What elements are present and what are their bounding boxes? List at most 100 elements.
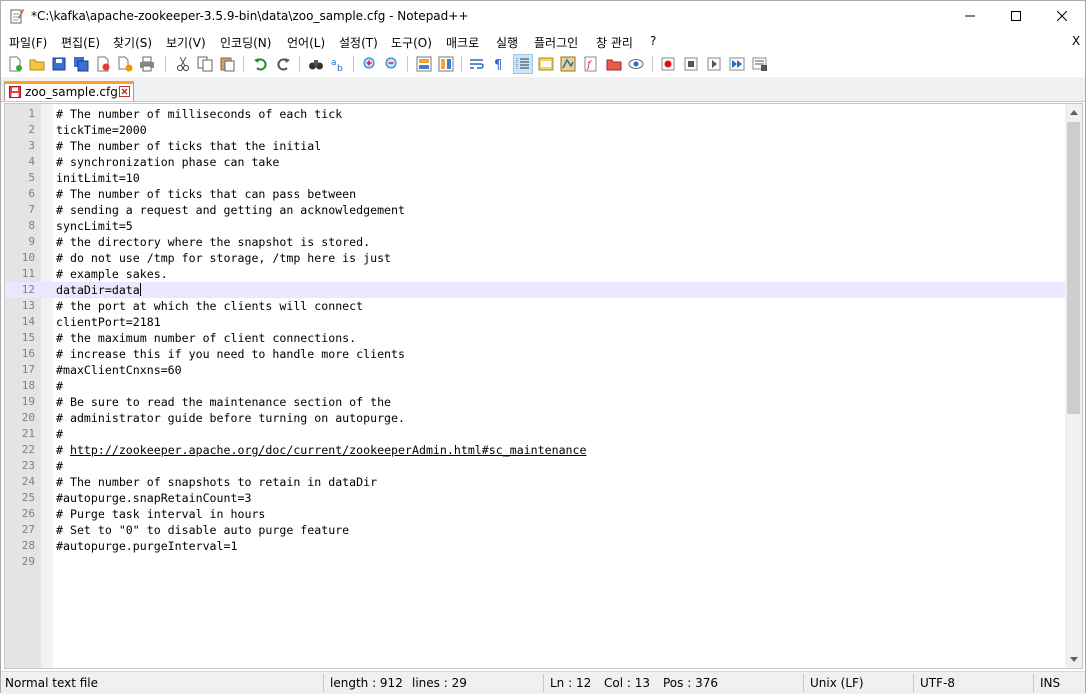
line-text[interactable]: # The number of ticks that can pass betw… <box>56 186 356 202</box>
editor-line[interactable]: 20 # administrator guide before turning o… <box>5 410 1065 426</box>
line-text[interactable]: #autopurge.purgeInterval=1 <box>56 538 237 554</box>
editor-line[interactable]: 27 # Set to "0" to disable auto purge fea… <box>5 522 1065 538</box>
paste-button[interactable] <box>218 55 236 73</box>
status-eol[interactable]: Unix (LF) <box>810 676 864 690</box>
menu-file[interactable]: 파일(F) <box>9 34 47 51</box>
line-text[interactable]: syncLimit=5 <box>56 218 133 234</box>
macro-stop-button[interactable] <box>682 55 700 73</box>
menu-help[interactable]: ? <box>650 34 656 48</box>
editor-line[interactable]: 12 dataDir=data <box>5 282 1065 298</box>
line-text[interactable]: # <box>56 378 63 394</box>
close-all-button[interactable] <box>116 55 134 73</box>
menu-edit[interactable]: 편집(E) <box>61 34 100 51</box>
open-file-button[interactable] <box>28 55 46 73</box>
line-text[interactable]: # Be sure to read the maintenance sectio… <box>56 394 391 410</box>
close-button[interactable] <box>1039 1 1085 31</box>
editor-line[interactable]: 6 # The number of ticks that can pass bet… <box>5 186 1065 202</box>
minimize-button[interactable] <box>947 1 993 31</box>
line-text[interactable]: # <box>56 458 63 474</box>
line-text[interactable]: # increase this if you need to handle mo… <box>56 346 405 362</box>
editor-lines[interactable]: 1 # The number of milliseconds of each ti… <box>5 106 1065 570</box>
editor-line[interactable]: 15 # the maximum number of client connect… <box>5 330 1065 346</box>
save-all-button[interactable] <box>72 55 90 73</box>
line-text[interactable]: # The number of snapshots to retain in d… <box>56 474 377 490</box>
document-map-button[interactable] <box>559 55 577 73</box>
editor-line[interactable]: 11 # example sakes. <box>5 266 1065 282</box>
zoom-out-button[interactable] <box>383 55 401 73</box>
menu-tools[interactable]: 도구(O) <box>391 34 432 51</box>
editor-line[interactable]: 29 <box>5 554 1065 570</box>
line-text[interactable]: #autopurge.snapRetainCount=3 <box>56 490 251 506</box>
macro-save-button[interactable] <box>751 55 769 73</box>
line-text[interactable]: # http://zookeeper.apache.org/doc/curren… <box>56 442 587 458</box>
editor-line[interactable]: 28 #autopurge.purgeInterval=1 <box>5 538 1065 554</box>
line-text[interactable]: # the port at which the clients will con… <box>56 298 363 314</box>
menu-search[interactable]: 찾기(S) <box>113 34 152 51</box>
editor-line[interactable]: 17 #maxClientCnxns=60 <box>5 362 1065 378</box>
status-encoding[interactable]: UTF-8 <box>920 676 955 690</box>
redo-button[interactable] <box>274 55 292 73</box>
close-file-button[interactable] <box>94 55 112 73</box>
editor-line[interactable]: 9 # the directory where the snapshot is s… <box>5 234 1065 250</box>
editor-line[interactable]: 18 # <box>5 378 1065 394</box>
indent-guide-button[interactable] <box>513 54 533 74</box>
editor-line[interactable]: 8 syncLimit=5 <box>5 218 1065 234</box>
replace-button[interactable]: ab <box>329 55 347 73</box>
show-all-characters-button[interactable]: ¶ <box>490 55 508 73</box>
line-text[interactable]: # administrator guide before turning on … <box>56 410 405 426</box>
tab-zoo-sample-cfg[interactable]: zoo_sample.cfg <box>4 81 134 101</box>
editor-line[interactable]: 14 clientPort=2181 <box>5 314 1065 330</box>
editor-line[interactable]: 26 # Purge task interval in hours <box>5 506 1065 522</box>
user-defined-language-button[interactable] <box>537 55 555 73</box>
sync-vertical-button[interactable] <box>415 55 433 73</box>
new-file-button[interactable] <box>6 55 24 73</box>
line-text[interactable]: #maxClientCnxns=60 <box>56 362 182 378</box>
line-text[interactable]: # Set to "0" to disable auto purge featu… <box>56 522 349 538</box>
line-text[interactable]: dataDir=data <box>56 282 141 298</box>
scrollbar-thumb[interactable] <box>1067 122 1080 414</box>
title-bar[interactable]: *C:\kafka\apache-zookeeper-3.5.9-bin\dat… <box>1 1 1085 31</box>
function-list-button[interactable]: f <box>582 55 600 73</box>
line-text[interactable]: # the maximum number of client connectio… <box>56 330 356 346</box>
copy-button[interactable] <box>196 55 214 73</box>
line-text[interactable]: # sending a request and getting an ackno… <box>56 202 405 218</box>
editor-line[interactable]: 19 # Be sure to read the maintenance sect… <box>5 394 1065 410</box>
line-text[interactable]: # Purge task interval in hours <box>56 506 265 522</box>
save-button[interactable] <box>50 55 68 73</box>
word-wrap-button[interactable] <box>468 55 486 73</box>
menu-window[interactable]: 창 관리 <box>596 34 633 51</box>
editor-line[interactable]: 13 # the port at which the clients will c… <box>5 298 1065 314</box>
menu-settings[interactable]: 설정(T) <box>339 34 378 51</box>
line-text[interactable]: # do not use /tmp for storage, /tmp here… <box>56 250 391 266</box>
editor-line[interactable]: 7 # sending a request and getting an ackn… <box>5 202 1065 218</box>
editor-line[interactable]: 1 # The number of milliseconds of each ti… <box>5 106 1065 122</box>
menu-close-document[interactable]: X <box>1072 34 1080 48</box>
status-insert-mode[interactable]: INS <box>1040 676 1060 690</box>
menu-encoding[interactable]: 인코딩(N) <box>220 34 271 51</box>
line-text[interactable]: clientPort=2181 <box>56 314 161 330</box>
line-text[interactable]: initLimit=10 <box>56 170 140 186</box>
line-text[interactable]: # The number of ticks that the initial <box>56 138 321 154</box>
line-text[interactable]: # the directory where the snapshot is st… <box>56 234 370 250</box>
menu-language[interactable]: 언어(L) <box>287 34 325 51</box>
line-text[interactable]: # <box>56 426 63 442</box>
editor-line[interactable]: 5 initLimit=10 <box>5 170 1065 186</box>
scroll-up-button[interactable] <box>1065 104 1082 121</box>
line-text[interactable]: tickTime=2000 <box>56 122 147 138</box>
menu-run[interactable]: 실행 <box>496 34 518 51</box>
menu-plugins[interactable]: 플러그인 <box>534 34 578 51</box>
editor-line[interactable]: 21 # <box>5 426 1065 442</box>
print-button[interactable] <box>138 55 156 73</box>
sync-horizontal-button[interactable] <box>437 55 455 73</box>
editor-line[interactable]: 2 tickTime=2000 <box>5 122 1065 138</box>
menu-view[interactable]: 보기(V) <box>166 34 206 51</box>
url-link[interactable]: http://zookeeper.apache.org/doc/current/… <box>70 443 587 457</box>
monitoring-button[interactable] <box>627 55 645 73</box>
line-text[interactable]: # example sakes. <box>56 266 168 282</box>
editor-line[interactable]: 4 # synchronization phase can take <box>5 154 1065 170</box>
find-button[interactable] <box>307 55 325 73</box>
editor-line[interactable]: 10 # do not use /tmp for storage, /tmp he… <box>5 250 1065 266</box>
undo-button[interactable] <box>252 55 270 73</box>
macro-record-button[interactable] <box>659 55 677 73</box>
tab-close-icon[interactable] <box>119 86 130 97</box>
